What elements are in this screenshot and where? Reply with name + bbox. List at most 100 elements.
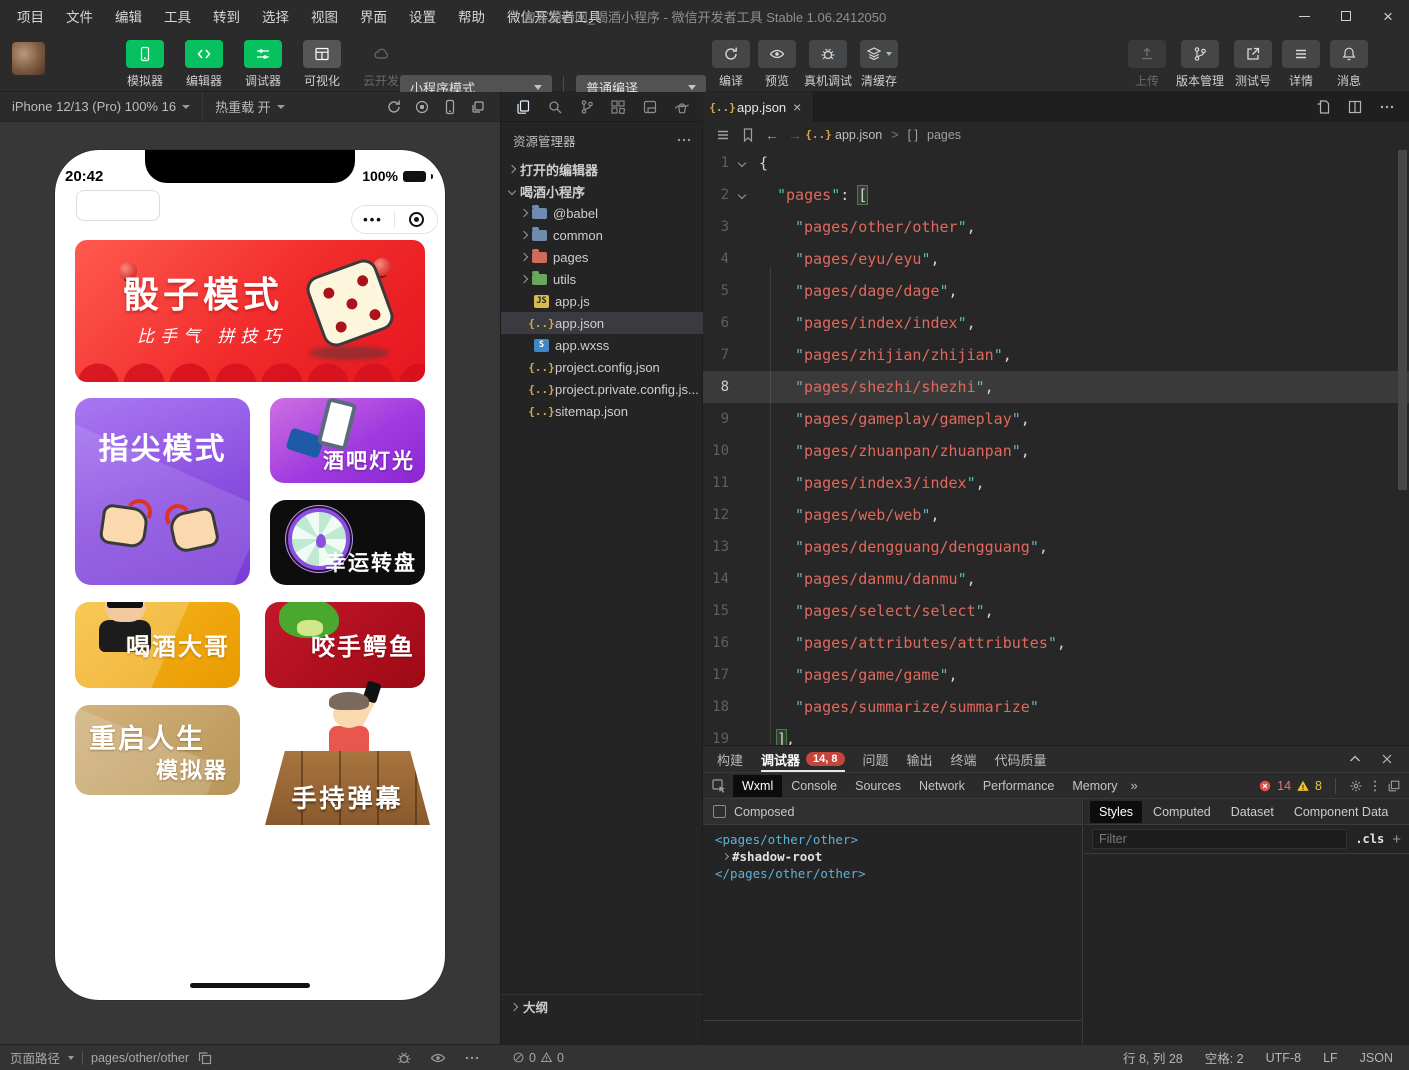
tab-wxml[interactable]: Wxml — [733, 775, 782, 797]
code-line-18[interactable]: 18"pages/summarize/summarize" — [703, 691, 1409, 723]
phone-placeholder-box[interactable] — [76, 190, 160, 221]
tree-item-app-wxss[interactable]: Sapp.wxss — [501, 334, 704, 356]
cursor-position[interactable]: 行 8, 列 28 — [1123, 1048, 1183, 1067]
preview-button[interactable]: 预览 — [758, 40, 796, 89]
menu-item-7[interactable]: 界面 — [351, 3, 396, 29]
code-line-9[interactable]: 9"pages/gameplay/gameplay", — [703, 403, 1409, 435]
style-filter-input[interactable] — [1092, 829, 1347, 849]
tab-computed[interactable]: Computed — [1144, 801, 1220, 823]
menu-item-9[interactable]: 帮助 — [449, 3, 494, 29]
card-restart-life-simulator[interactable]: 重启人生 模拟器 — [75, 705, 240, 795]
tab-output[interactable]: 输出 — [907, 746, 933, 772]
close-panel-icon[interactable] — [1379, 751, 1395, 767]
code-area[interactable]: 1{2"pages": [3"pages/other/other",4"page… — [703, 147, 1409, 745]
menu-item-6[interactable]: 视图 — [302, 3, 347, 29]
hot-reload-toggle[interactable]: 热重载 开 — [202, 92, 297, 122]
code-line-8[interactable]: 8"pages/shezhi/shezhi", — [703, 371, 1409, 403]
preview-eye-icon[interactable] — [430, 1050, 446, 1066]
files-icon[interactable] — [515, 99, 531, 115]
tree-item-project-config-json[interactable]: {..}project.config.json — [501, 356, 704, 378]
gear-icon[interactable] — [1349, 779, 1363, 793]
wxml-tag-2[interactable]: </pages/other/other> — [715, 865, 1082, 882]
tab-build[interactable]: 构建 — [717, 746, 743, 772]
code-line-3[interactable]: 3"pages/other/other", — [703, 211, 1409, 243]
menu-item-3[interactable]: 工具 — [155, 3, 200, 29]
tree-item-喝酒小程序[interactable]: 喝酒小程序 — [501, 180, 704, 202]
code-line-12[interactable]: 12"pages/web/web", — [703, 499, 1409, 531]
error-count[interactable]: 14 — [1277, 779, 1291, 793]
statusbar-problems[interactable]: 0 0 — [500, 1051, 703, 1065]
tab-console[interactable]: Console — [782, 775, 846, 797]
breadcrumb-file[interactable]: app.json — [835, 128, 882, 142]
card-handheld-danmaku[interactable]: 手持弹幕 — [265, 690, 430, 825]
card-dice-mode[interactable]: 骰子模式 比手气 拼技巧 — [75, 240, 425, 382]
maximize-button[interactable] — [1325, 0, 1367, 32]
capsule-more-button[interactable]: ••• — [352, 212, 394, 227]
tab-debugger[interactable]: 调试器14, 8 — [761, 746, 844, 772]
capsule-close-button[interactable] — [395, 212, 437, 227]
bookmark-icon[interactable] — [740, 127, 756, 143]
teapot-icon[interactable] — [674, 99, 690, 115]
composed-checkbox[interactable] — [713, 805, 726, 818]
compile-button[interactable]: 编译 — [712, 40, 750, 89]
menu-item-8[interactable]: 设置 — [400, 3, 445, 29]
tab-app-json[interactable]: {..} app.json × — [703, 92, 814, 122]
message-button[interactable]: 消息 — [1330, 40, 1368, 89]
tree-item-pages[interactable]: pages — [501, 246, 704, 268]
tab-code-quality[interactable]: 代码质量 — [995, 746, 1047, 772]
card-biting-crocodile[interactable]: 咬手鳄鱼 — [265, 602, 425, 688]
tree-item-common[interactable]: common — [501, 224, 704, 246]
close-button[interactable]: × — [1367, 0, 1409, 32]
device-debug-button[interactable]: 真机调试 — [804, 40, 852, 89]
version-management-button[interactable]: 版本管理 — [1176, 40, 1224, 89]
minimize-button[interactable] — [1283, 0, 1325, 32]
code-line-6[interactable]: 6"pages/index/index", — [703, 307, 1409, 339]
restart-icon[interactable] — [386, 99, 402, 115]
add-rule-button[interactable]: + — [1392, 831, 1401, 848]
extensions-icon[interactable] — [610, 99, 626, 115]
code-line-16[interactable]: 16"pages/attributes/attributes", — [703, 627, 1409, 659]
toggle-class-button[interactable]: .cls — [1355, 832, 1384, 846]
forward-arrow-icon[interactable]: → — [788, 127, 802, 143]
tab-problems[interactable]: 问题 — [863, 746, 889, 772]
float-window-icon[interactable] — [470, 99, 486, 115]
code-line-10[interactable]: 10"pages/zhuanpan/zhuanpan", — [703, 435, 1409, 467]
code-line-2[interactable]: 2"pages": [ — [703, 179, 1409, 211]
code-line-17[interactable]: 17"pages/game/game", — [703, 659, 1409, 691]
tree-item-utils[interactable]: utils — [501, 268, 704, 290]
editor-scrollbar[interactable] — [1398, 150, 1407, 490]
menu-item-2[interactable]: 编辑 — [106, 3, 151, 29]
tree-item-app-json[interactable]: {..}app.json — [501, 312, 704, 334]
tab-network[interactable]: Network — [910, 775, 974, 797]
fold-chevron-icon[interactable] — [729, 147, 754, 179]
code-line-1[interactable]: 1{ — [703, 147, 1409, 179]
kebab-vertical-icon[interactable] — [1368, 779, 1382, 793]
card-lucky-wheel[interactable]: 幸运转盘 — [270, 500, 425, 585]
breadcrumb-node[interactable]: pages — [927, 128, 961, 142]
card-drinking-bro[interactable]: 喝酒大哥 — [75, 602, 240, 688]
copy-icon[interactable] — [197, 1050, 213, 1066]
page-path-value[interactable]: pages/other/other — [91, 1051, 189, 1065]
code-line-7[interactable]: 7"pages/zhijian/zhijian", — [703, 339, 1409, 371]
user-avatar[interactable] — [12, 42, 45, 75]
back-arrow-icon[interactable]: ← — [765, 127, 779, 143]
menu-item-1[interactable]: 文件 — [57, 3, 102, 29]
tabs-overflow-icon[interactable]: » — [1127, 778, 1142, 793]
tab-memory[interactable]: Memory — [1063, 775, 1126, 797]
plugin-icon[interactable] — [642, 99, 658, 115]
outline-section[interactable]: 大纲 — [501, 994, 704, 1018]
simulator-toggle-button[interactable]: 模拟器 — [120, 40, 170, 89]
debugger-toggle-button[interactable]: 调试器 — [238, 40, 288, 89]
record-icon[interactable] — [414, 99, 430, 115]
vconsole-bug-icon[interactable] — [396, 1050, 412, 1066]
clear-cache-button[interactable]: 清缓存 — [860, 40, 898, 89]
card-fingertip-mode[interactable]: 指尖模式 — [75, 398, 250, 585]
code-line-15[interactable]: 15"pages/select/select", — [703, 595, 1409, 627]
details-button[interactable]: 详情 — [1282, 40, 1320, 89]
code-line-5[interactable]: 5"pages/dage/dage", — [703, 275, 1409, 307]
menu-item-0[interactable]: 项目 — [8, 3, 53, 29]
page-path-label[interactable]: 页面路径 — [10, 1048, 60, 1067]
editor-toggle-button[interactable]: 编辑器 — [179, 40, 229, 89]
tab-component-data[interactable]: Component Data — [1285, 801, 1398, 823]
code-line-4[interactable]: 4"pages/eyu/eyu", — [703, 243, 1409, 275]
